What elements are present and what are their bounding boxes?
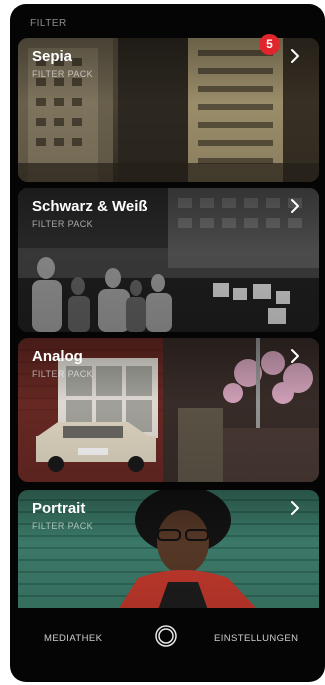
chevron-right-icon [291, 501, 299, 515]
filter-subtitle: FILTER PACK [32, 521, 94, 531]
filter-card-black-white[interactable]: Schwarz & Weiß FILTER PACK [18, 188, 319, 332]
filter-card-sepia[interactable]: Sepia FILTER PACK [18, 38, 319, 182]
tab-bar: MEDIATHEK EINSTELLUNGEN [10, 608, 325, 662]
filter-card-portrait[interactable]: Portrait FILTER PACK [18, 490, 319, 610]
filter-subtitle: FILTER PACK [32, 219, 94, 229]
notification-badge: 5 [259, 34, 280, 55]
filter-card-analog[interactable]: Analog FILTER PACK [18, 338, 319, 482]
filter-title: Sepia [32, 48, 73, 65]
filter-title: Schwarz & Weiß [32, 198, 148, 215]
chevron-right-icon [291, 49, 299, 63]
app-screen: FILTER Sepia FILTER PACK 5 Schwarz & Wei… [10, 4, 325, 682]
filter-title: Portrait [32, 500, 86, 517]
tab-mediathek[interactable]: MEDIATHEK [44, 633, 102, 644]
filter-subtitle: FILTER PACK [32, 369, 94, 379]
chevron-right-icon [291, 349, 299, 363]
section-title: FILTER [30, 18, 67, 29]
filter-title: Analog [32, 348, 83, 365]
filter-subtitle: FILTER PACK [32, 69, 94, 79]
shutter-icon[interactable] [155, 625, 177, 647]
chevron-right-icon [291, 199, 299, 213]
tab-einstellungen[interactable]: EINSTELLUNGEN [214, 633, 298, 644]
